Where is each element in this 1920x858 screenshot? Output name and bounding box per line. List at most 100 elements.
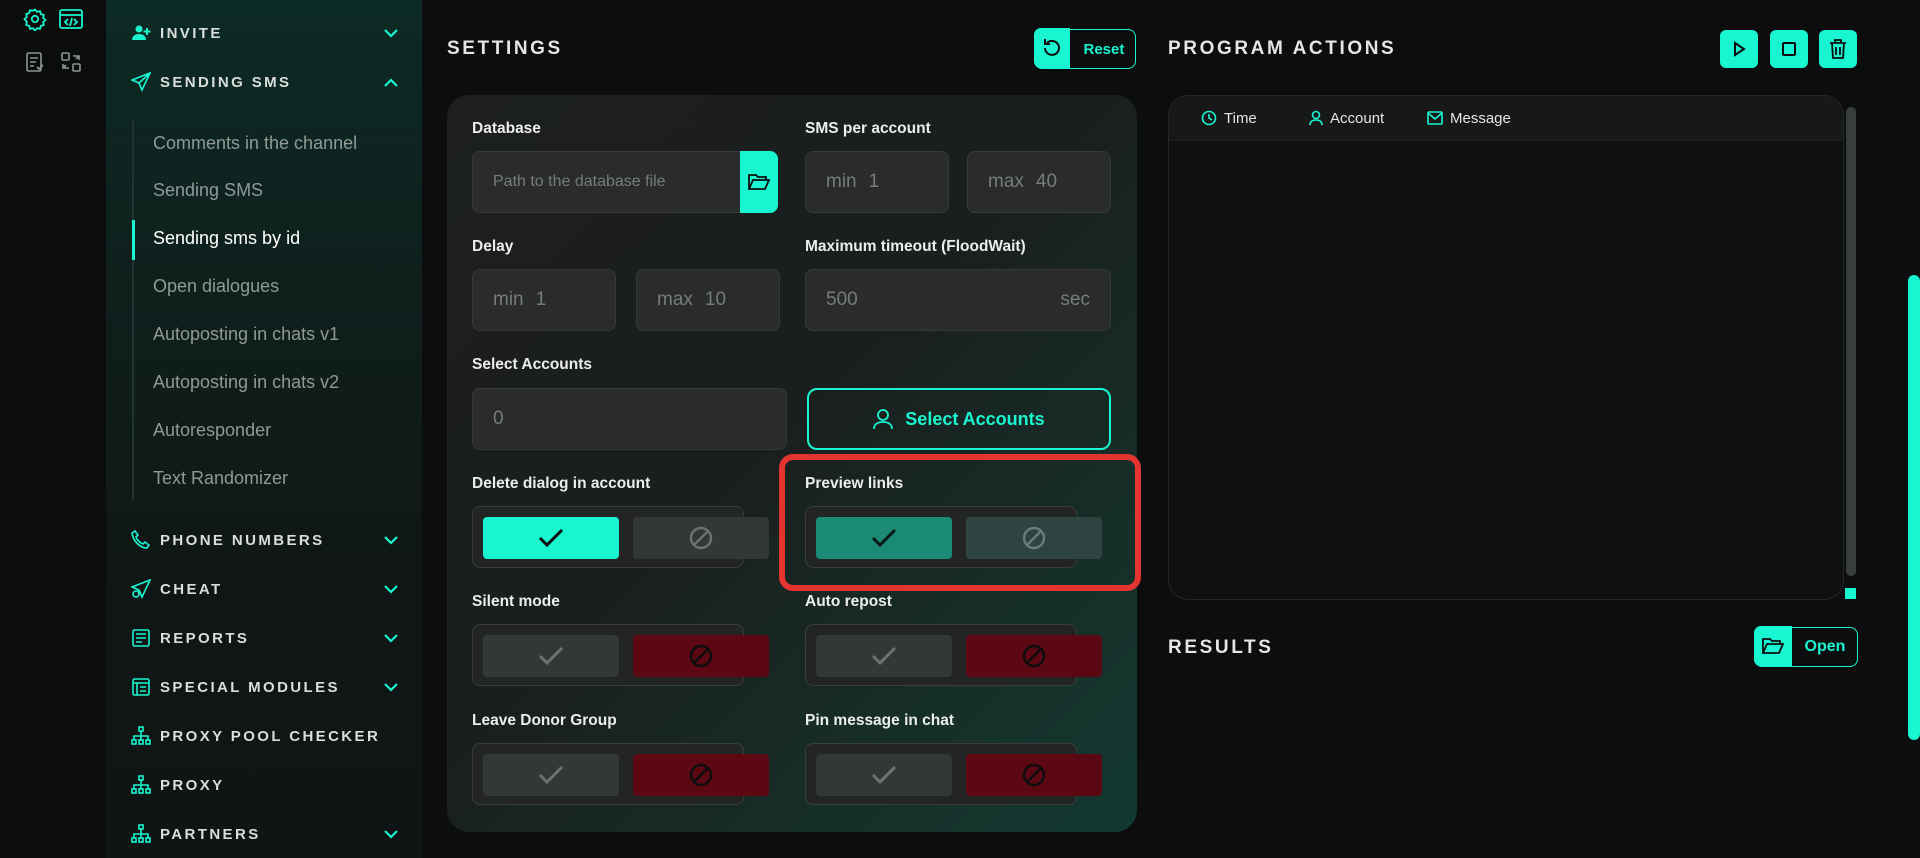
delay-min-input[interactable]: min 1 xyxy=(472,269,616,331)
delay-min-value: 1 xyxy=(535,289,547,310)
column-message[interactable]: Message xyxy=(1427,96,1511,140)
block-icon xyxy=(688,762,714,788)
check-icon xyxy=(537,764,565,786)
block-icon xyxy=(688,525,714,551)
open-results-button[interactable]: Open xyxy=(1753,626,1858,667)
network-icon xyxy=(130,725,152,747)
delete-dialog-toggle xyxy=(472,506,769,568)
database-path-input[interactable]: Path to the database file xyxy=(472,151,742,213)
stop-button[interactable] xyxy=(1770,30,1808,68)
check-icon xyxy=(870,645,898,667)
sidebar-section-reports[interactable]: REPORTS xyxy=(130,623,400,653)
sidebar-section-partners[interactable]: PARTNERS xyxy=(130,819,400,849)
leave-donor-off-button[interactable] xyxy=(633,754,769,796)
sidebar-item-autoresponder[interactable]: Autoresponder xyxy=(153,417,271,443)
auto-repost-off-button[interactable] xyxy=(966,635,1102,677)
sidebar-section-sending-sms[interactable]: SENDING SMS xyxy=(130,67,400,97)
check-icon xyxy=(537,527,565,549)
min-prefix: min xyxy=(826,171,857,192)
sidebar-item-comments[interactable]: Comments in the channel xyxy=(153,130,357,156)
max-timeout-input[interactable]: 500 sec xyxy=(805,269,1111,331)
sidebar-item-autoposting-v2[interactable]: Autoposting in chats v2 xyxy=(153,369,339,395)
network-icon xyxy=(130,823,152,845)
task-list-icon[interactable] xyxy=(20,47,50,77)
program-actions-title: PROGRAM ACTIONS xyxy=(1168,38,1397,59)
log-scrollbar[interactable] xyxy=(1846,107,1856,576)
sidebar-item-sending-sms[interactable]: Sending SMS xyxy=(153,177,263,203)
sidebar: INVITE SENDING SMS Comments in the chann… xyxy=(106,0,422,858)
select-accounts-button[interactable]: Select Accounts xyxy=(807,388,1111,450)
sidebar-section-label: CHEAT xyxy=(160,580,223,598)
sidebar-section-proxy-pool-checker[interactable]: PROXY POOL CHECKER xyxy=(130,721,400,751)
play-icon xyxy=(1731,41,1747,57)
page-scrollbar[interactable] xyxy=(1908,275,1920,740)
clear-log-button[interactable] xyxy=(1819,30,1857,68)
auto-repost-on-button[interactable] xyxy=(816,635,952,677)
leave-donor-toggle xyxy=(472,743,769,805)
pin-message-toggle xyxy=(805,743,1102,805)
delete-dialog-on-button[interactable] xyxy=(483,517,619,559)
sidebar-section-proxy[interactable]: PROXY xyxy=(130,770,400,800)
chevron-down-icon xyxy=(382,24,400,42)
column-account[interactable]: Account xyxy=(1309,96,1384,140)
highlight-box xyxy=(779,454,1141,591)
column-label: Account xyxy=(1330,109,1385,127)
sms-per-account-label: SMS per account xyxy=(805,120,931,137)
settings-gear-icon[interactable] xyxy=(20,4,50,34)
sidebar-item-open-dialogues[interactable]: Open dialogues xyxy=(153,273,279,299)
open-label: Open xyxy=(1804,638,1846,655)
min-prefix: min xyxy=(493,289,524,310)
timeout-value: 500 xyxy=(826,289,858,310)
chevron-down-icon xyxy=(382,825,400,843)
swap-icon[interactable] xyxy=(56,47,86,77)
pin-message-label: Pin message in chat xyxy=(805,712,955,729)
phone-icon xyxy=(130,529,152,551)
pin-message-off-button[interactable] xyxy=(966,754,1102,796)
block-icon xyxy=(1021,762,1047,788)
silent-mode-on-button[interactable] xyxy=(483,635,619,677)
browse-database-button[interactable] xyxy=(740,151,778,213)
sidebar-item-sending-sms-by-id[interactable]: Sending sms by id xyxy=(153,225,300,251)
chevron-down-icon xyxy=(382,629,400,647)
leave-donor-on-button[interactable] xyxy=(483,754,619,796)
sidebar-item-autoposting-v1[interactable]: Autoposting in chats v1 xyxy=(153,321,339,347)
max-prefix: max xyxy=(988,171,1024,192)
auto-repost-toggle xyxy=(805,624,1102,686)
chevron-up-icon xyxy=(382,73,400,91)
sidebar-section-special-modules[interactable]: SPECIAL MODULES xyxy=(130,672,400,702)
database-label: Database xyxy=(472,120,541,137)
sidebar-item-text-randomizer[interactable]: Text Randomizer xyxy=(153,465,288,491)
sms-min-input[interactable]: min 1 xyxy=(805,151,949,213)
log-header: Time Account Message xyxy=(1169,96,1843,141)
delete-dialog-label: Delete dialog in account xyxy=(472,475,651,492)
sms-max-input[interactable]: max 40 xyxy=(967,151,1111,213)
start-button[interactable] xyxy=(1720,30,1758,68)
sidebar-section-invite[interactable]: INVITE xyxy=(130,18,400,48)
delay-max-input[interactable]: max 10 xyxy=(636,269,780,331)
block-icon xyxy=(1021,643,1047,669)
accounts-count-field: 0 xyxy=(472,388,787,450)
pin-message-on-button[interactable] xyxy=(816,754,952,796)
sidebar-section-phone-numbers[interactable]: PHONE NUMBERS xyxy=(130,525,400,555)
sidebar-section-cheat[interactable]: CHEAT xyxy=(130,574,400,604)
block-icon xyxy=(688,643,714,669)
resize-handle[interactable] xyxy=(1845,588,1856,599)
silent-mode-label: Silent mode xyxy=(472,593,560,610)
select-accounts-button-label: Select Accounts xyxy=(905,408,1045,429)
sidebar-section-label: REPORTS xyxy=(160,629,250,647)
network-icon xyxy=(130,774,152,796)
chevron-down-icon xyxy=(382,531,400,549)
chevron-down-icon xyxy=(382,678,400,696)
chevron-down-icon xyxy=(382,580,400,598)
code-window-icon[interactable] xyxy=(56,4,86,34)
sidebar-section-label: SENDING SMS xyxy=(160,73,292,91)
cheat-send-icon xyxy=(130,578,152,600)
column-time[interactable]: Time xyxy=(1201,96,1257,140)
check-icon xyxy=(537,645,565,667)
results-title: RESULTS xyxy=(1168,637,1274,658)
reset-button[interactable]: Reset xyxy=(1033,28,1136,69)
silent-mode-off-button[interactable] xyxy=(633,635,769,677)
max-prefix: max xyxy=(657,289,693,310)
modules-icon xyxy=(130,676,152,698)
delete-dialog-off-button[interactable] xyxy=(633,517,769,559)
